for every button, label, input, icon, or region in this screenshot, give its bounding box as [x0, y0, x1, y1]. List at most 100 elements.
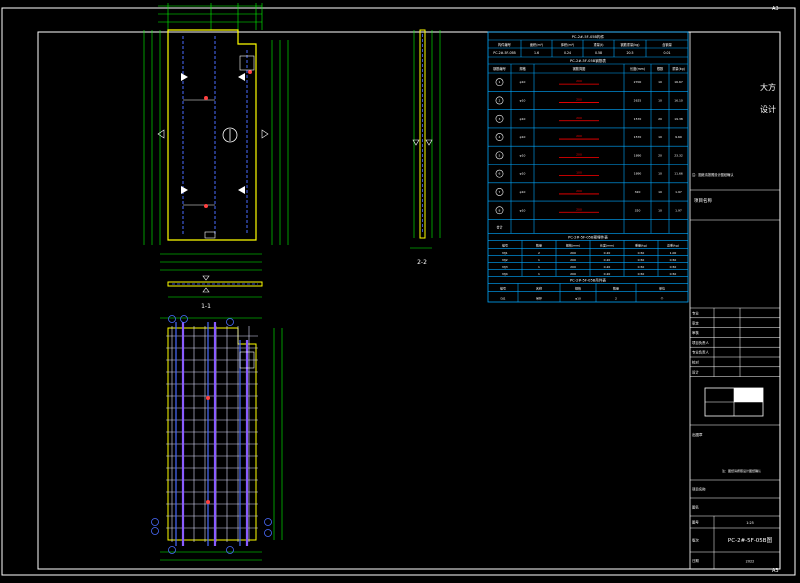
- embed-table-cell: 1: [538, 272, 540, 276]
- rebar-table-cell: 2625: [634, 98, 642, 102]
- rebar-table-cell: φ10: [520, 135, 526, 139]
- stamp-row-label: 专业负责人: [692, 350, 710, 355]
- rebar-table-cell: 10: [658, 98, 662, 102]
- lift-table-header: 编号: [500, 285, 506, 290]
- lift-table-cell: φ10: [575, 296, 581, 300]
- company-logo-text: 大方: [760, 82, 776, 92]
- corner-label-top: A3: [772, 6, 779, 12]
- main-table-cell: PC-2#-5F-05B: [493, 51, 515, 55]
- title-row-value: PC-2#-5F-05B图: [728, 536, 773, 544]
- rebar-table-cell: 2: [499, 98, 501, 102]
- rebar-view: [151, 315, 283, 561]
- rebar-table-cell: 23.32: [674, 153, 683, 157]
- embed-table-cell: 2: [538, 251, 540, 255]
- embed-table-header: 长度(mm): [600, 242, 614, 247]
- rebar-table-cell: φ10: [520, 80, 526, 84]
- rebar-table-cell: 1.97: [675, 190, 682, 194]
- lift-table-header: 单位: [659, 285, 665, 290]
- embed-table-cell: 0.20: [604, 265, 611, 269]
- plan-view-caption: 1-1: [201, 303, 211, 310]
- embed-table-cell: MJ1: [502, 251, 507, 255]
- rebar-table-header: 根数: [657, 66, 664, 71]
- rebar-table-cell: 3: [499, 117, 501, 121]
- rebar-table-cell: 320: [635, 208, 641, 212]
- rebar-table-cell: 1890: [634, 153, 642, 157]
- main-table-header: 面积(m²): [530, 42, 543, 47]
- main-table-header: 构件编号: [498, 42, 511, 47]
- stamp-row-label: 审定: [692, 320, 699, 325]
- embed-table-cell: MJ2: [502, 258, 507, 262]
- title-row-label: 日期: [692, 558, 699, 563]
- lift-table-cell: 个: [660, 296, 663, 300]
- rebar-shape-dim: 200: [576, 116, 582, 120]
- rebar-table-cell: 10: [658, 135, 662, 139]
- rebar-table-cell: 19.38: [674, 117, 683, 121]
- section-view-caption: 2-2: [417, 259, 427, 266]
- embed-table-cell: 0.50: [638, 265, 645, 269]
- rebar-shape-dim: 200: [576, 79, 582, 83]
- embed-table-header: 数量: [536, 242, 542, 247]
- company-logo-text-2: 设计: [760, 104, 776, 114]
- embed-table-cell: 0.50: [638, 272, 645, 276]
- rebar-table-cell: 10: [658, 172, 662, 176]
- rebar-table-cell: 1: [499, 80, 501, 84]
- rebar-table-header: 钢筋编号: [493, 66, 506, 71]
- lift-table-header: 规格: [575, 285, 581, 290]
- rebar-table-cell: 1890: [634, 172, 642, 176]
- rebar-table-cell: 5: [499, 153, 501, 157]
- rebar-table-cell: φ10: [520, 117, 526, 121]
- stamp-row-label: 校对: [692, 360, 699, 365]
- embed-table-cell: 200: [570, 272, 576, 276]
- org-note: 注：图纸请按照设计图纸确认: [722, 468, 761, 473]
- lift-table-header: 名称: [536, 285, 542, 290]
- main-table-cell: 0.01: [663, 51, 670, 55]
- rebar-table-cell: φ10: [520, 153, 526, 157]
- plan-view: 1-1: [143, 3, 289, 310]
- rebar-table-cell: 4: [499, 135, 501, 139]
- rebar-table-cell: 10: [658, 80, 662, 84]
- embed-table-cell: 1.00: [670, 251, 677, 255]
- title-row-label: 图名: [692, 505, 699, 510]
- project-name-label: 项目名称: [694, 197, 712, 204]
- rebar-table-cell: 16.67: [674, 80, 683, 84]
- embed-table-header: 总重(kg): [667, 242, 679, 247]
- embed-table-cell: 0.50: [670, 258, 677, 262]
- rebar-shape-dim: 200: [576, 134, 582, 138]
- stamp-row-label: 专业: [692, 311, 699, 316]
- rebar-shape-dim: 200: [576, 207, 582, 211]
- embed-table-cell: 0.20: [604, 251, 611, 255]
- rebar-shape-dim: 200: [576, 152, 582, 156]
- rebar-table-cell: 10: [658, 190, 662, 194]
- main-table-header: 含钢量: [662, 42, 672, 47]
- lift-table-cell: DJ1: [500, 296, 505, 300]
- rebar-table-cell: 11.66: [674, 172, 683, 176]
- tables-area: PC-2#-5F-05B构件构件编号 面积(m²) 体积(m³) 重量(t) 钢筋重量(…: [487, 31, 689, 303]
- embed-table-cell: 1: [538, 258, 540, 262]
- rebar-shape-dim: 200: [576, 189, 582, 193]
- embed-table-cell: MJ4: [502, 272, 507, 276]
- section-view: 2-2: [410, 29, 441, 266]
- embed-table-header: 规格(mm): [566, 242, 580, 247]
- rebar-table-header: 重量(kg): [672, 66, 685, 71]
- embed-table-cell: 200: [570, 251, 576, 255]
- main-table-title: PC-2#-5F-05B构件: [572, 34, 605, 39]
- title-row-label: 项目名称: [692, 487, 706, 492]
- rebar-table-cell: 1.97: [675, 208, 682, 212]
- embed-table-cell: 0.50: [638, 258, 645, 262]
- embed-table-cell: 0.50: [670, 272, 677, 276]
- embed-table-cell: 0.50: [638, 251, 645, 255]
- rebar-table-cell: φ10: [520, 98, 526, 102]
- stamp-row-label: 审核: [692, 330, 699, 335]
- rebar-table-cell: 2700: [634, 80, 642, 84]
- rebar-table-cell: 20: [658, 153, 662, 157]
- rebar-table-cell: 6: [499, 172, 501, 176]
- embed-table-title: PC-2#-5F-05B预埋件表: [568, 234, 608, 239]
- rebar-table-cell: φ10: [520, 172, 526, 176]
- title-block: 大方 设计 注：图纸请按照设计图纸确认 项目名称 专业审定审核项目负责人专业负责…: [689, 31, 781, 570]
- title-row-value: 1:25: [746, 521, 754, 525]
- rebar-table-cell: 320: [635, 190, 641, 194]
- rebar-table-cell: 10: [658, 208, 662, 212]
- embed-table-cell: 0.20: [604, 258, 611, 262]
- rebar-table-cell: 1570: [634, 117, 642, 121]
- rebar-table-cell: 9.69: [675, 135, 682, 139]
